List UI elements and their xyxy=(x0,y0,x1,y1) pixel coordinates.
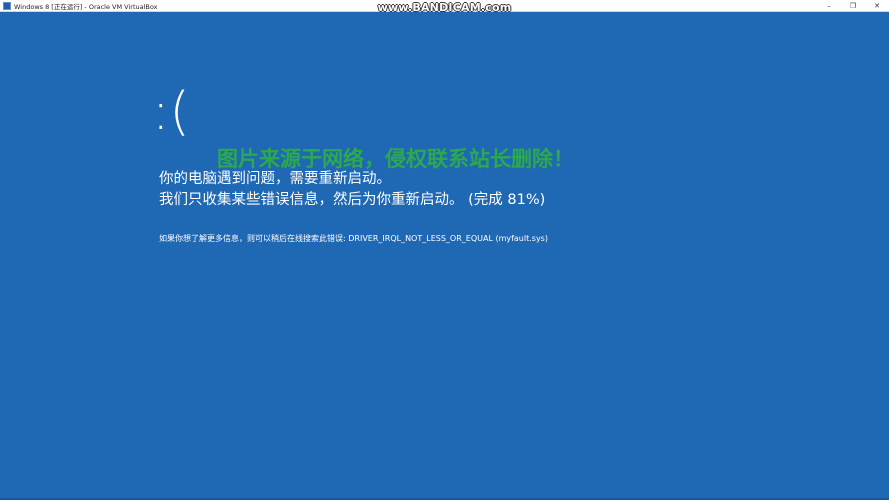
bandicam-watermark: www.BANDICAM.com xyxy=(377,1,512,14)
sad-face-emoticon: :( xyxy=(152,82,190,142)
error-progress-message: 我们只收集某些错误信息，然后为你重新启动。 (完成 81%) xyxy=(159,192,546,208)
stop-code-info: 如果你想了解更多信息，则可以稍后在线搜索此错误: DRIVER_IRQL_NOT… xyxy=(159,234,548,243)
error-headline: 你的电脑遇到问题，需要重新启动。 xyxy=(159,171,391,187)
